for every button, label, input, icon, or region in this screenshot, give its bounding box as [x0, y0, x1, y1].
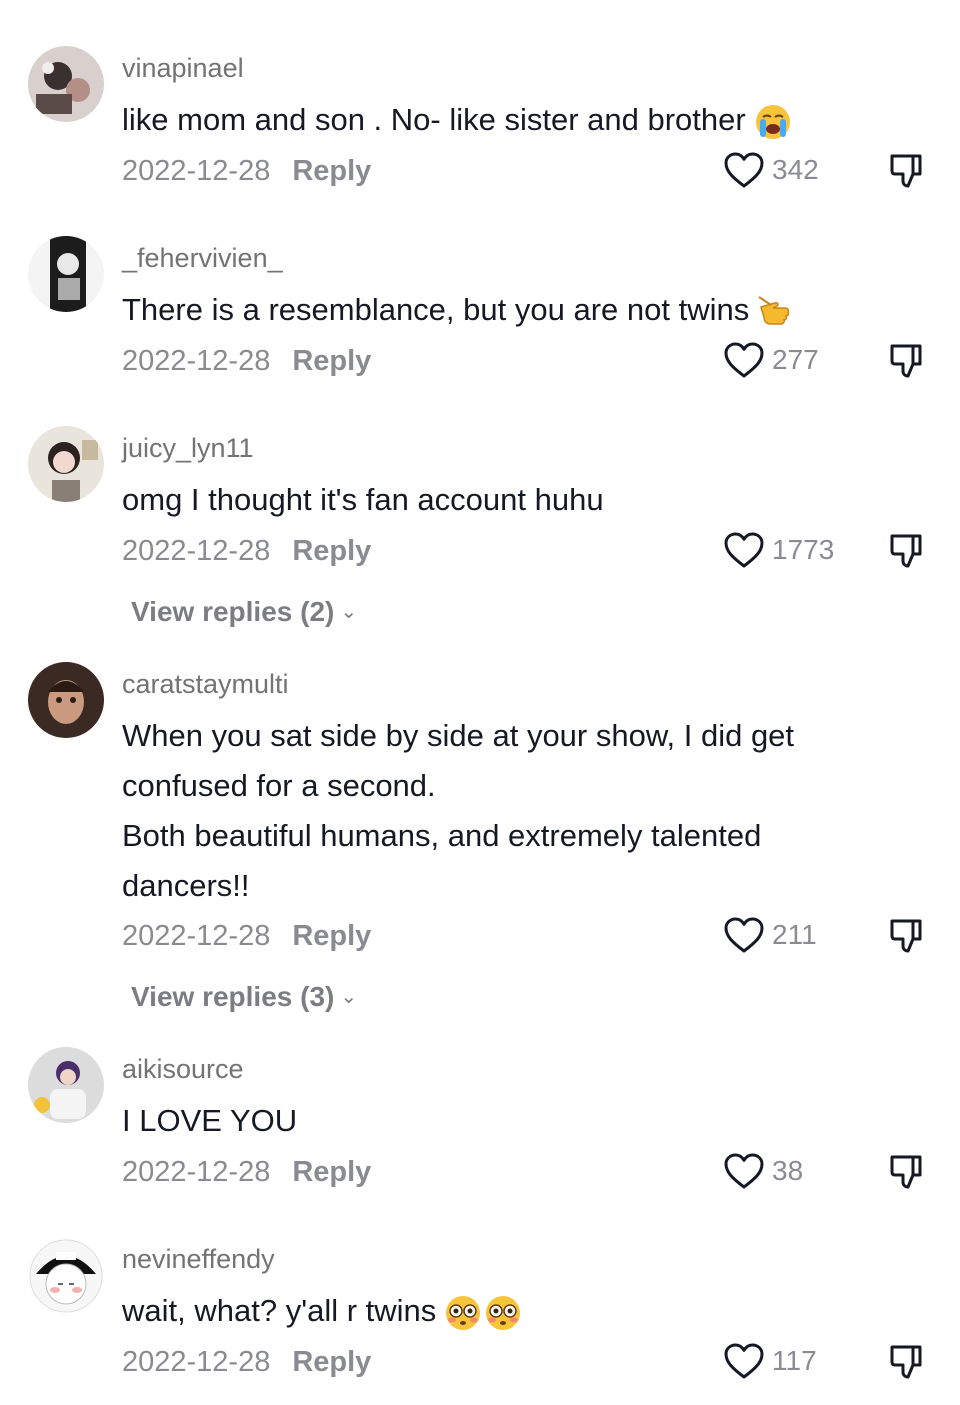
avatar[interactable] — [28, 1238, 104, 1314]
comment-text-line: I LOVE YOU — [122, 1103, 298, 1138]
comment-meta: 2022-12-28 Reply — [122, 1345, 371, 1379]
comment-meta: 2022-12-28 Reply — [122, 1155, 371, 1189]
thumbs-down-outline-icon — [890, 534, 922, 568]
heart-outline-icon — [724, 532, 764, 568]
comment-username[interactable]: juicy_lyn11 — [122, 432, 254, 464]
comment-text-line: dancers!! — [122, 868, 250, 903]
thumbs-down-outline-icon — [890, 154, 922, 188]
flushed-face-icon — [444, 1294, 482, 1332]
dislike-button[interactable] — [886, 528, 930, 572]
like-count: 38 — [772, 1155, 804, 1186]
view-replies-button[interactable]: View replies (3) ⌄ — [131, 981, 357, 1013]
dislike-button[interactable] — [886, 1339, 930, 1383]
comment-meta: 2022-12-28 Reply — [122, 534, 371, 568]
like-button[interactable]: 38 — [722, 1149, 803, 1193]
backhand-index-pointing-left-icon — [757, 293, 793, 331]
avatar[interactable] — [28, 662, 104, 738]
thumbs-down-outline-icon — [890, 919, 922, 953]
heart-outline-icon — [724, 1343, 764, 1379]
comment-text-line: When you sat side by side at your show, … — [122, 718, 795, 753]
like-count: 342 — [772, 154, 819, 185]
comment-text: There is a resemblance, but you are not … — [122, 285, 882, 335]
dislike-button[interactable] — [886, 338, 930, 382]
like-button[interactable]: 117 — [722, 1339, 817, 1383]
comment-date: 2022-12-28 — [122, 920, 271, 952]
comment-username[interactable]: vinapinael — [122, 52, 244, 84]
avatar[interactable] — [28, 1047, 104, 1123]
like-button[interactable]: 342 — [722, 148, 819, 192]
like-count: 211 — [772, 919, 817, 950]
reply-button[interactable]: Reply — [292, 920, 371, 952]
avatar[interactable] — [28, 236, 104, 312]
like-button[interactable]: 277 — [722, 338, 819, 382]
thumbs-down-outline-icon — [890, 344, 922, 378]
comment-text: wait, what? y'all r twins — [122, 1286, 882, 1336]
like-button[interactable]: 1773 — [722, 528, 834, 572]
comment-meta: 2022-12-28 Reply — [122, 154, 371, 188]
like-button[interactable]: 211 — [722, 913, 817, 957]
thumbs-down-outline-icon — [890, 1155, 922, 1189]
comment-username[interactable]: caratstaymulti — [122, 668, 289, 700]
avatar[interactable] — [28, 46, 104, 122]
reply-button[interactable]: Reply — [292, 155, 371, 187]
comment-text: like mom and son . No- like sister and b… — [122, 95, 882, 145]
reply-button[interactable]: Reply — [292, 1346, 371, 1378]
flushed-face-icon — [484, 1294, 522, 1332]
comment-text-line: Both beautiful humans, and extremely tal… — [122, 818, 762, 853]
comment-username[interactable]: nevineffendy — [122, 1243, 275, 1275]
dislike-button[interactable] — [886, 148, 930, 192]
comment-text: omg I thought it's fan account huhu — [122, 475, 882, 525]
chevron-down-icon: ⌄ — [340, 601, 358, 623]
dislike-button[interactable] — [886, 913, 930, 957]
comment-text-line: like mom and son . No- like sister and b… — [122, 95, 882, 145]
reply-button[interactable]: Reply — [292, 345, 371, 377]
comment-date: 2022-12-28 — [122, 155, 271, 187]
comment-text-line: omg I thought it's fan account huhu — [122, 482, 604, 517]
reply-button[interactable]: Reply — [292, 1156, 371, 1188]
comment-username[interactable]: aikisource — [122, 1053, 244, 1085]
comment-meta: 2022-12-28 Reply — [122, 344, 371, 378]
comment-date: 2022-12-28 — [122, 1156, 271, 1188]
like-count: 117 — [772, 1345, 817, 1376]
chevron-down-icon: ⌄ — [340, 986, 358, 1008]
like-count: 1773 — [772, 534, 835, 565]
comment-date: 2022-12-28 — [122, 1346, 271, 1378]
comment-username[interactable]: _fehervivien_ — [122, 242, 283, 274]
heart-outline-icon — [724, 152, 764, 188]
comment-meta: 2022-12-28 Reply — [122, 919, 371, 953]
comment-text: When you sat side by side at your show, … — [122, 711, 882, 911]
comment-text-line: There is a resemblance, but you are not … — [122, 285, 882, 335]
comment-date: 2022-12-28 — [122, 345, 271, 377]
heart-outline-icon — [724, 917, 764, 953]
heart-outline-icon — [724, 1153, 764, 1189]
heart-outline-icon — [724, 342, 764, 378]
avatar[interactable] — [28, 426, 104, 502]
dislike-button[interactable] — [886, 1149, 930, 1193]
like-count: 277 — [772, 344, 819, 375]
comment-date: 2022-12-28 — [122, 535, 271, 567]
comment-text-line: confused for a second. — [122, 768, 436, 803]
thumbs-down-outline-icon — [890, 1345, 922, 1379]
view-replies-button[interactable]: View replies (2) ⌄ — [131, 596, 357, 628]
loudly-crying-face-icon — [754, 103, 792, 141]
comment-text: I LOVE YOU — [122, 1096, 882, 1146]
comment-text-line: wait, what? y'all r twins — [122, 1286, 882, 1336]
reply-button[interactable]: Reply — [292, 535, 371, 567]
